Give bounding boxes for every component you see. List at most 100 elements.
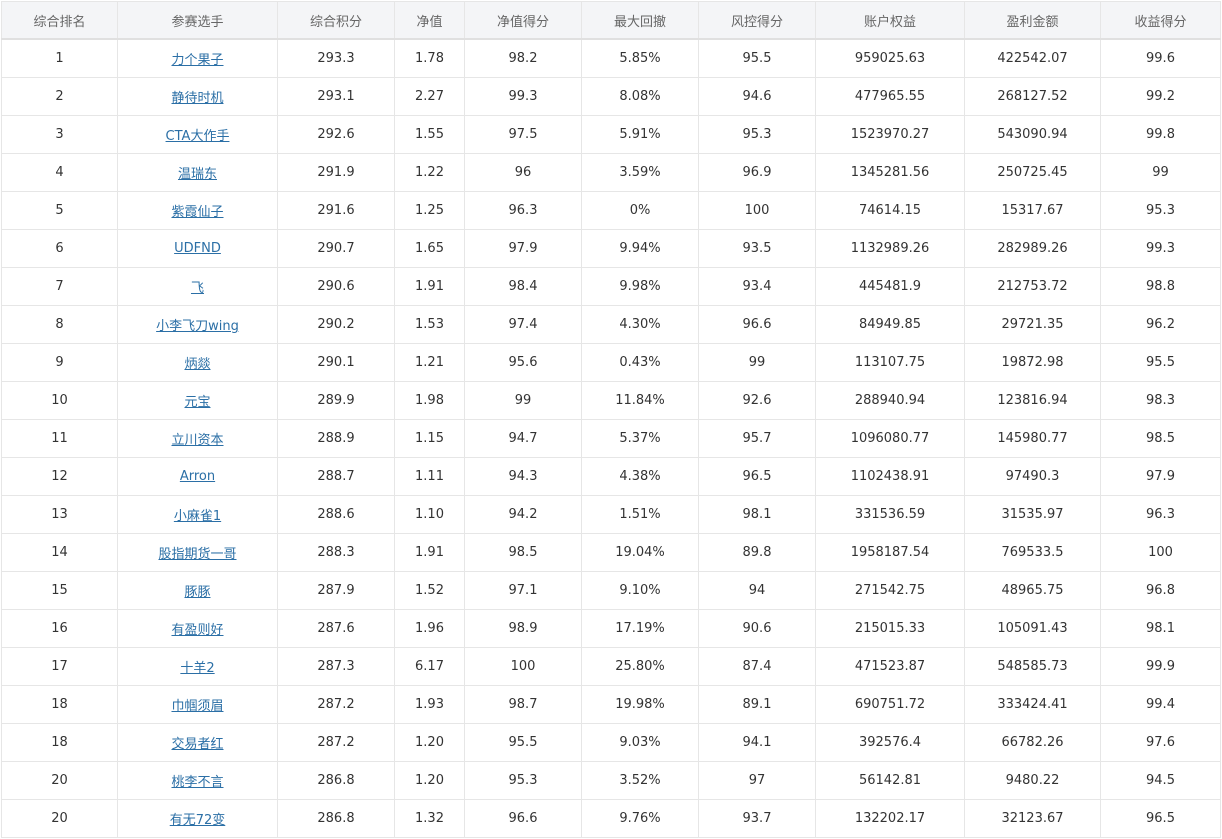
cell-risk-score: 93.7	[698, 799, 816, 838]
cell-rank: 2	[1, 77, 118, 116]
player-link[interactable]: 元宝	[184, 395, 210, 410]
cell-max-drawdown: 5.85%	[581, 38, 699, 78]
player-link[interactable]: UDFND	[174, 241, 221, 256]
cell-risk-score: 89.1	[698, 685, 816, 724]
table-row: 11 立川资本 288.9 1.15 94.7 5.37% 95.7 1096080.77 14…	[1, 419, 1221, 458]
cell-max-drawdown: 3.59%	[581, 153, 699, 192]
cell-max-drawdown: 3.52%	[581, 761, 699, 800]
cell-net-value-score: 100	[464, 647, 582, 686]
player-link[interactable]: 股指期货一哥	[158, 547, 236, 562]
cell-total-score: 291.9	[277, 153, 395, 192]
player-link[interactable]: 静待时机	[171, 91, 223, 106]
table-row: 14 股指期货一哥 288.3 1.91 98.5 19.04% 89.8 1958187.5…	[1, 533, 1221, 572]
column-header-account-equity: 账户权益	[815, 1, 965, 40]
cell-player: 飞	[117, 267, 278, 306]
cell-profit-amount: 282989.26	[964, 229, 1101, 268]
cell-net-value: 1.93	[394, 685, 465, 724]
player-link[interactable]: 立川资本	[171, 433, 223, 448]
cell-return-score: 99.8	[1100, 115, 1221, 154]
column-header-profit-amount: 盈利金额	[964, 1, 1101, 40]
cell-profit-amount: 250725.45	[964, 153, 1101, 192]
cell-net-value-score: 97.1	[464, 571, 582, 610]
cell-risk-score: 95.5	[698, 38, 816, 78]
column-header-net-value-score: 净值得分	[464, 1, 582, 40]
player-link[interactable]: 交易者红	[171, 737, 223, 752]
cell-total-score: 288.7	[277, 457, 395, 496]
cell-risk-score: 96.5	[698, 457, 816, 496]
cell-net-value: 1.20	[394, 761, 465, 800]
cell-total-score: 286.8	[277, 761, 395, 800]
table-row: 15 豚豚 287.9 1.52 97.1 9.10% 94 271542.75 48965.7…	[1, 571, 1221, 610]
player-link[interactable]: 有无72变	[170, 813, 226, 828]
cell-profit-amount: 543090.94	[964, 115, 1101, 154]
cell-total-score: 293.3	[277, 38, 395, 78]
table-row: 20 桃李不言 286.8 1.20 95.3 3.52% 97 56142.81 9480.2…	[1, 761, 1221, 800]
cell-max-drawdown: 9.76%	[581, 799, 699, 838]
player-link[interactable]: 桃李不言	[171, 775, 223, 790]
player-link[interactable]: CTA大作手	[166, 129, 230, 144]
cell-risk-score: 93.4	[698, 267, 816, 306]
cell-player: 有盈则好	[117, 609, 278, 648]
cell-risk-score: 90.6	[698, 609, 816, 648]
cell-net-value: 1.91	[394, 267, 465, 306]
cell-profit-amount: 548585.73	[964, 647, 1101, 686]
player-link[interactable]: 小麻雀1	[174, 509, 221, 524]
player-link[interactable]: 豚豚	[184, 585, 210, 600]
cell-max-drawdown: 19.98%	[581, 685, 699, 724]
cell-player: 力个果子	[117, 38, 278, 78]
cell-rank: 18	[1, 723, 118, 762]
cell-risk-score: 95.7	[698, 419, 816, 458]
cell-total-score: 288.6	[277, 495, 395, 534]
cell-max-drawdown: 4.38%	[581, 457, 699, 496]
player-link[interactable]: 飞	[191, 281, 204, 296]
cell-player: 巾帼须眉	[117, 685, 278, 724]
cell-account-equity: 1096080.77	[815, 419, 965, 458]
player-link[interactable]: 有盈则好	[171, 623, 223, 638]
cell-account-equity: 1958187.54	[815, 533, 965, 572]
cell-total-score: 293.1	[277, 77, 395, 116]
cell-account-equity: 1345281.56	[815, 153, 965, 192]
table-row: 9 炳燚 290.1 1.21 95.6 0.43% 99 113107.75 19872.98…	[1, 343, 1221, 382]
cell-total-score: 288.9	[277, 419, 395, 458]
player-link[interactable]: 紫霞仙子	[171, 205, 223, 220]
cell-net-value-score: 97.9	[464, 229, 582, 268]
cell-total-score: 288.3	[277, 533, 395, 572]
cell-net-value-score: 98.9	[464, 609, 582, 648]
cell-player: 有无72变	[117, 799, 278, 838]
cell-max-drawdown: 17.19%	[581, 609, 699, 648]
cell-max-drawdown: 19.04%	[581, 533, 699, 572]
cell-profit-amount: 29721.35	[964, 305, 1101, 344]
cell-profit-amount: 32123.67	[964, 799, 1101, 838]
cell-max-drawdown: 0%	[581, 191, 699, 230]
cell-return-score: 96.3	[1100, 495, 1221, 534]
player-link[interactable]: Arron	[180, 469, 215, 484]
player-link[interactable]: 温瑞东	[178, 167, 217, 182]
cell-player: 元宝	[117, 381, 278, 420]
cell-return-score: 98.8	[1100, 267, 1221, 306]
player-link[interactable]: 炳燚	[184, 357, 210, 372]
cell-total-score: 287.3	[277, 647, 395, 686]
cell-rank: 1	[1, 38, 118, 78]
cell-return-score: 99.6	[1100, 38, 1221, 78]
cell-risk-score: 92.6	[698, 381, 816, 420]
cell-return-score: 96.5	[1100, 799, 1221, 838]
player-link[interactable]: 十羊2	[180, 661, 214, 676]
cell-return-score: 94.5	[1100, 761, 1221, 800]
table-header: 综合排名 参赛选手 综合积分 净值 净值得分 最大回撤 风控得分 账户权益 盈利金额 收益得分	[1, 1, 1221, 40]
cell-rank: 20	[1, 761, 118, 800]
cell-account-equity: 215015.33	[815, 609, 965, 648]
cell-max-drawdown: 9.10%	[581, 571, 699, 610]
cell-net-value: 1.22	[394, 153, 465, 192]
table-row: 8 小李飞刀wing 290.2 1.53 97.4 4.30% 96.6 84949.85 2…	[1, 305, 1221, 344]
player-link[interactable]: 小李飞刀wing	[156, 319, 239, 334]
cell-net-value: 1.55	[394, 115, 465, 154]
cell-net-value-score: 96	[464, 153, 582, 192]
cell-player: Arron	[117, 457, 278, 496]
player-link[interactable]: 力个果子	[171, 53, 223, 68]
cell-total-score: 290.7	[277, 229, 395, 268]
cell-return-score: 95.5	[1100, 343, 1221, 382]
player-link[interactable]: 巾帼须眉	[171, 699, 223, 714]
cell-risk-score: 87.4	[698, 647, 816, 686]
cell-net-value: 1.21	[394, 343, 465, 382]
cell-profit-amount: 19872.98	[964, 343, 1101, 382]
